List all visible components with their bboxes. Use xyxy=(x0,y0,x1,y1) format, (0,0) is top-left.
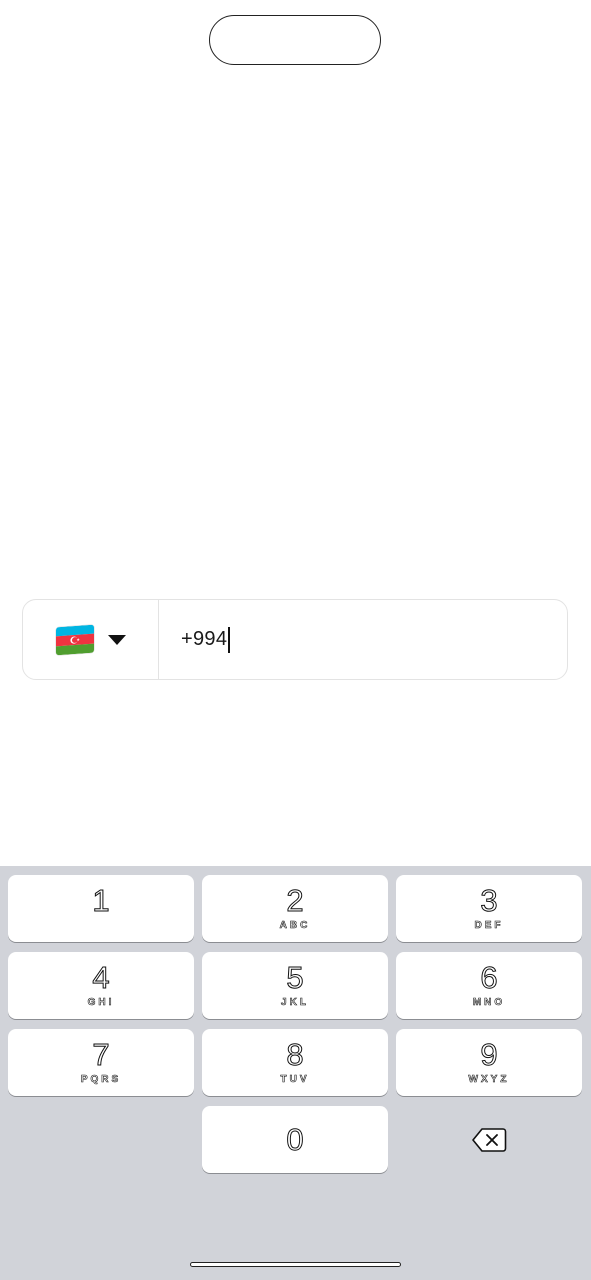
key-letters: PQRS xyxy=(80,1074,122,1086)
key-digit: 2 xyxy=(286,883,304,918)
key-digit: 6 xyxy=(480,960,498,995)
phone-input-value: +994 xyxy=(181,628,228,650)
key-7[interactable]: 7 PQRS xyxy=(8,1029,194,1096)
key-0[interactable]: 0 xyxy=(202,1106,388,1173)
key-digit: 3 xyxy=(480,883,498,918)
key-letters: WXYZ xyxy=(468,1074,510,1086)
key-5[interactable]: 5 JKL xyxy=(202,952,388,1019)
home-indicator xyxy=(190,1262,401,1267)
key-letters: JKL xyxy=(281,997,309,1009)
key-4[interactable]: 4 GHI xyxy=(8,952,194,1019)
key-letters: GHI xyxy=(87,997,115,1009)
key-digit: 7 xyxy=(92,1037,110,1072)
azerbaijan-flag-icon xyxy=(55,624,94,655)
key-digit: 4 xyxy=(92,960,110,995)
phone-number-field: +994 xyxy=(22,599,568,680)
backspace-button[interactable] xyxy=(396,1106,582,1173)
key-1[interactable]: 1 xyxy=(8,875,194,942)
key-3[interactable]: 3 DEF xyxy=(396,875,582,942)
backspace-icon xyxy=(472,1127,507,1152)
phone-input[interactable]: +994 xyxy=(159,600,567,679)
key-6[interactable]: 6 MNO xyxy=(396,952,582,1019)
key-digit: 8 xyxy=(286,1037,304,1072)
key-letters: MNO xyxy=(472,997,506,1009)
key-9[interactable]: 9 WXYZ xyxy=(396,1029,582,1096)
key-letters: DEF xyxy=(474,920,504,932)
key-digit: 1 xyxy=(92,883,110,918)
chevron-down-icon xyxy=(107,634,126,645)
key-letters: TUV xyxy=(280,1074,310,1086)
key-digit: 0 xyxy=(286,1121,304,1157)
country-picker[interactable] xyxy=(23,600,159,679)
text-cursor xyxy=(228,626,231,653)
key-2[interactable]: 2 ABC xyxy=(202,875,388,942)
dynamic-island xyxy=(209,15,381,65)
key-digit: 5 xyxy=(286,960,304,995)
numeric-keypad: 1 2 ABC 3 DEF 4 GHI 5 JKL 6 MNO 7 PQRS 8… xyxy=(0,866,591,1280)
key-letters: ABC xyxy=(279,920,311,932)
key-8[interactable]: 8 TUV xyxy=(202,1029,388,1096)
key-digit: 9 xyxy=(480,1037,498,1072)
